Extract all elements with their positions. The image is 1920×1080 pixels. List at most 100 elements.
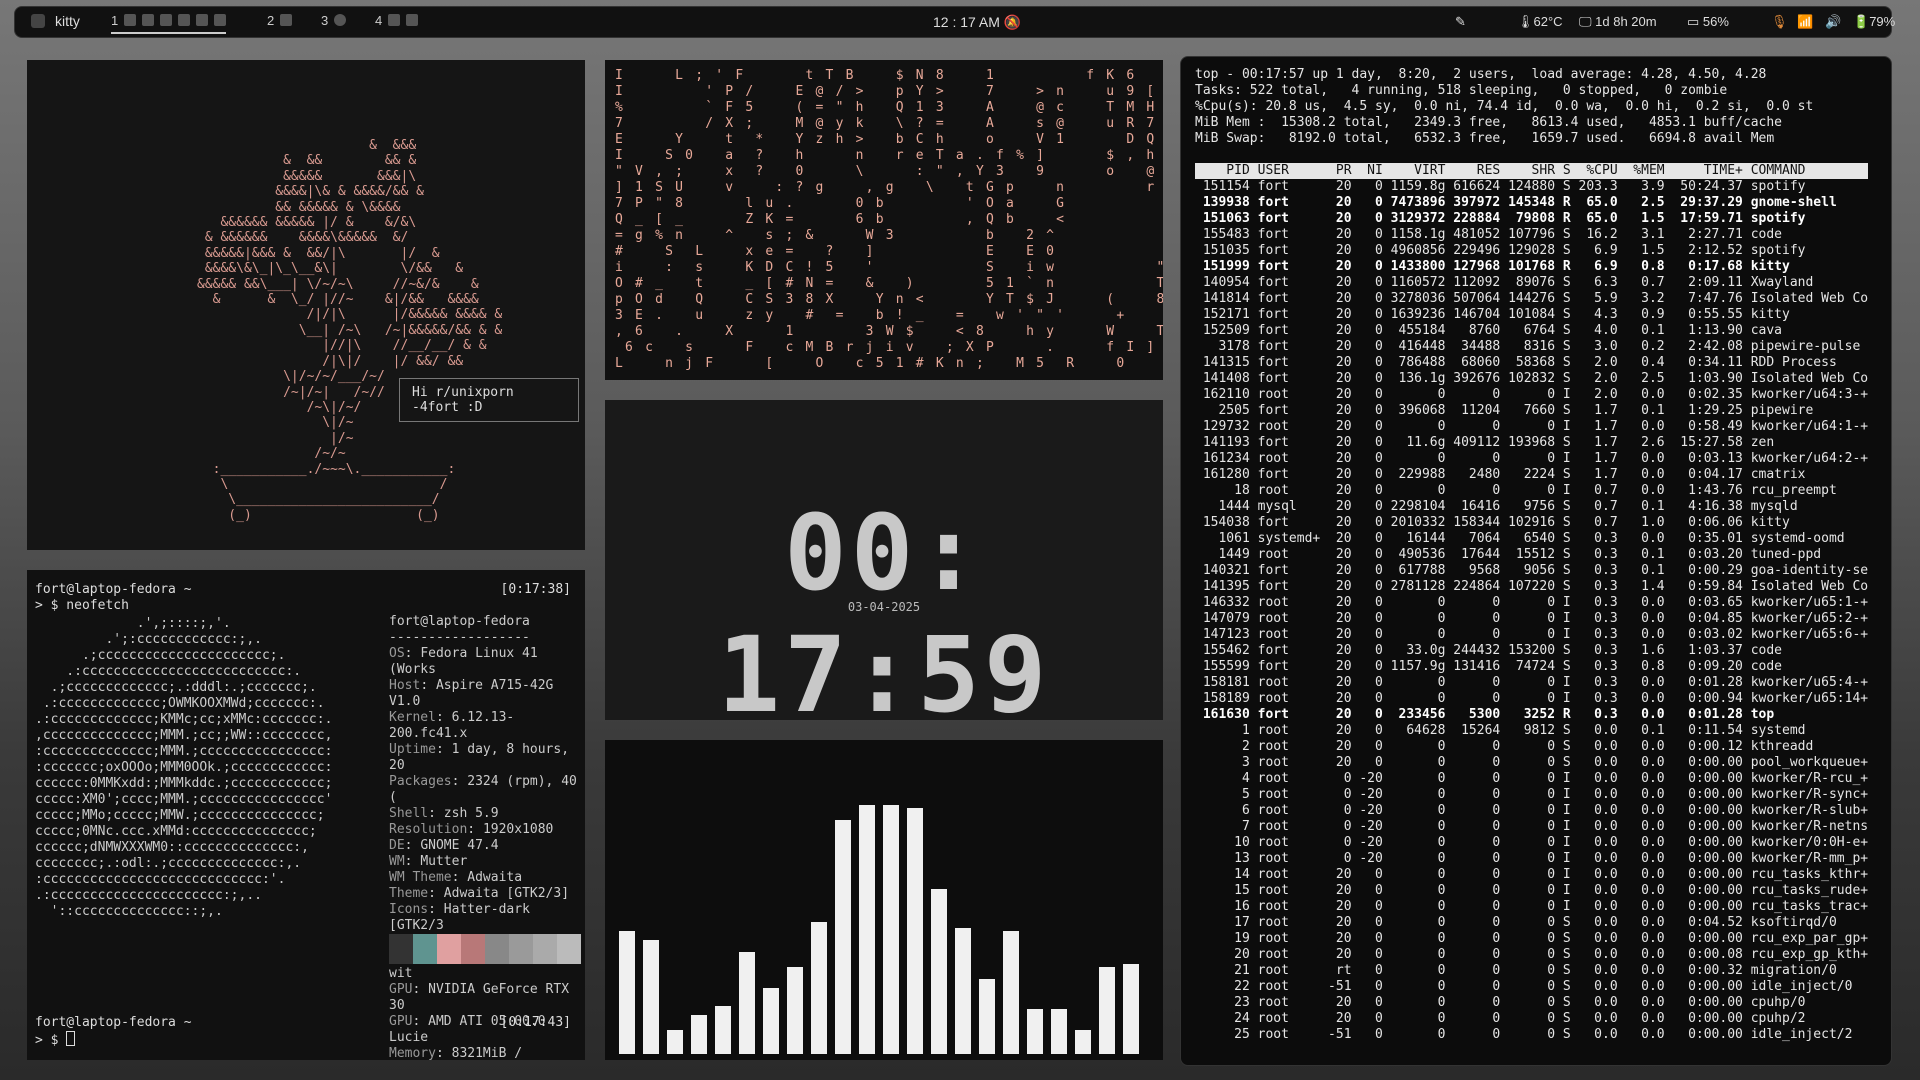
process-row[interactable]: 15 root 20 0 0 0 0 I 0.0 0.0 0:00.00 rcu… <box>1195 883 1868 899</box>
process-row[interactable]: 1061 systemd+ 20 0 16144 7064 6540 S 0.3… <box>1195 531 1868 547</box>
process-row[interactable]: 19 root 20 0 0 0 0 S 0.0 0.0 0:00.00 rcu… <box>1195 931 1868 947</box>
process-row[interactable]: 1449 root 20 0 490536 17644 15512 S 0.3 … <box>1195 547 1868 563</box>
process-row[interactable]: 140321 fort 20 0 617788 9568 9056 S 0.3 … <box>1195 563 1868 579</box>
process-row[interactable]: 147123 root 20 0 0 0 0 I 0.3 0.0 0:03.02… <box>1195 627 1868 643</box>
workspace-1[interactable]: 1 <box>111 13 227 34</box>
clock[interactable]: 12 : 17 AM 🔕 <box>933 14 1021 31</box>
visualizer-bar <box>619 931 635 1054</box>
process-row[interactable]: 141193 fort 20 0 11.6g 409112 193968 S 1… <box>1195 435 1868 451</box>
process-row[interactable]: 146332 root 20 0 0 0 0 I 0.3 0.0 0:03.65… <box>1195 595 1868 611</box>
top-terminal[interactable]: top - 00:17:57 up 1 day, 8:20, 2 users, … <box>1180 56 1892 1066</box>
process-row[interactable]: 13 root 0 -20 0 0 0 I 0.0 0.0 0:00.00 kw… <box>1195 851 1868 867</box>
process-row[interactable]: 155599 fort 20 0 1157.9g 131416 74724 S … <box>1195 659 1868 675</box>
process-row[interactable]: 18 root 20 0 0 0 0 I 0.7 0.0 1:43.76 rcu… <box>1195 483 1868 499</box>
battery[interactable]: 🔋79% <box>1853 14 1895 30</box>
visualizer-bar <box>667 1030 683 1054</box>
microphone-icon[interactable]: 🎙 <box>1771 14 1788 30</box>
color-swatch <box>485 934 509 964</box>
process-row[interactable]: 158181 root 20 0 0 0 0 I 0.3 0.0 0:01.28… <box>1195 675 1868 691</box>
prompt-time: [0:17:38] <box>500 582 571 597</box>
process-row[interactable]: 141315 fort 20 0 786488 68060 58368 S 2.… <box>1195 355 1868 371</box>
color-swatch <box>557 934 581 964</box>
sysinfo-value: Adwaita [GTK2/3] <box>443 886 570 901</box>
process-row[interactable]: 161630 fort 20 0 233456 5300 3252 R 0.3 … <box>1195 707 1868 723</box>
process-row[interactable]: 151063 fort 20 0 3129372 228884 79808 R … <box>1195 211 1868 227</box>
process-row[interactable]: 151035 fort 20 0 4960856 229496 129028 S… <box>1195 243 1868 259</box>
sysinfo-value: 1920x1080 <box>482 822 554 837</box>
sysinfo-separator: : <box>467 822 483 837</box>
top-summary-line: MiB Swap: 8192.0 total, 6532.3 free, 165… <box>1195 131 1775 146</box>
sysinfo-row: WM Theme: Adwaita <box>389 870 585 886</box>
workspace-4[interactable]: 4 <box>375 13 419 28</box>
process-row[interactable]: 4 root 0 -20 0 0 0 I 0.0 0.0 0:00.00 kwo… <box>1195 771 1868 787</box>
sysinfo-row: OS: Fedora Linux 41 (Works <box>389 646 585 678</box>
process-row[interactable]: 2505 fort 20 0 396068 11204 7660 S 1.7 0… <box>1195 403 1868 419</box>
process-row[interactable]: 161234 root 20 0 0 0 0 I 1.7 0.0 0:03.13… <box>1195 451 1868 467</box>
process-row[interactable]: 6 root 0 -20 0 0 0 I 0.0 0.0 0:00.00 kwo… <box>1195 803 1868 819</box>
process-row[interactable]: 162110 root 20 0 0 0 0 I 2.0 0.0 0:02.35… <box>1195 387 1868 403</box>
process-row[interactable]: 141408 fort 20 0 136.1g 392676 102832 S … <box>1195 371 1868 387</box>
top-summary-line: MiB Mem : 15308.2 total, 2349.3 free, 86… <box>1195 115 1782 130</box>
volume-icon[interactable]: 🔊 <box>1825 14 1841 30</box>
process-row[interactable]: 10 root 0 -20 0 0 0 I 0.0 0.0 0:00.00 kw… <box>1195 835 1868 851</box>
process-row[interactable]: 25 root -51 0 0 0 0 S 0.0 0.0 0:00.00 id… <box>1195 1027 1868 1043</box>
cava-terminal[interactable] <box>605 740 1163 1060</box>
clock-terminal[interactable]: 00: 17:59 03-04-2025 <box>605 400 1163 720</box>
process-row[interactable]: 139938 fort 20 0 7473896 397972 145348 R… <box>1195 195 1868 211</box>
process-row[interactable]: 151154 fort 20 0 1159.8g 616624 124880 S… <box>1195 179 1868 195</box>
visualizer-bar <box>883 805 899 1054</box>
window-icon <box>214 14 227 26</box>
process-row[interactable]: 17 root 20 0 0 0 0 S 0.0 0.0 0:04.52 kso… <box>1195 915 1868 931</box>
window-icon <box>388 14 401 26</box>
process-row[interactable]: 1444 mysql 20 0 2298104 16416 9756 S 0.7… <box>1195 499 1868 515</box>
process-row[interactable]: 154038 fort 20 0 2010332 158344 102916 S… <box>1195 515 1868 531</box>
sysinfo-user: fort@laptop-fedora <box>389 614 530 629</box>
color-swatch <box>389 934 413 964</box>
process-row[interactable]: 152171 fort 20 0 1639236 146704 101084 S… <box>1195 307 1868 323</box>
process-row[interactable]: 141395 fort 20 0 2781128 224864 107220 S… <box>1195 579 1868 595</box>
process-row[interactable]: 1 root 20 0 64628 15264 9812 S 0.0 0.1 0… <box>1195 723 1868 739</box>
process-row[interactable]: 158189 root 20 0 0 0 0 I 0.3 0.0 0:00.94… <box>1195 691 1868 707</box>
bonsai-terminal[interactable]: & &&& & && && & &&&&& &&&|\ &&&&|\& & &&… <box>27 60 585 550</box>
visualizer-bar <box>1051 1009 1067 1054</box>
process-row[interactable]: 24 root 20 0 0 0 0 S 0.0 0.0 0:00.00 cpu… <box>1195 1011 1868 1027</box>
process-row[interactable]: 16 root 20 0 0 0 0 I 0.0 0.0 0:00.00 rcu… <box>1195 899 1868 915</box>
process-row[interactable]: 140954 fort 20 0 1160572 112092 89076 S … <box>1195 275 1868 291</box>
sysinfo-separator: : <box>435 1046 452 1060</box>
sysinfo-key: Resolution <box>389 822 468 837</box>
bonsai-message-line1: Hi r/unixporn <box>412 385 514 400</box>
cmatrix-terminal[interactable]: I L ; ' F t T B $ N 8 1 f K 6 9 f W ) I … <box>605 60 1163 380</box>
visualizer-bar <box>691 1015 707 1054</box>
process-row[interactable]: 3 root 20 0 0 0 0 S 0.0 0.0 0:00.00 pool… <box>1195 755 1868 771</box>
process-row[interactable]: 155462 fort 20 0 33.0g 244432 153200 S 0… <box>1195 643 1868 659</box>
pen-icon[interactable]: ✎ <box>1455 14 1466 30</box>
workspace-3[interactable]: 3 <box>321 13 347 28</box>
process-row[interactable]: 22 root -51 0 0 0 0 S 0.0 0.0 0:00.00 id… <box>1195 979 1868 995</box>
process-row[interactable]: 129732 root 20 0 0 0 0 I 1.7 0.0 0:58.49… <box>1195 419 1868 435</box>
process-row[interactable]: 155483 fort 20 0 1158.1g 481052 107796 S… <box>1195 227 1868 243</box>
visualizer-bar <box>1075 1030 1091 1054</box>
audio-visualizer <box>619 754 1151 1054</box>
sysinfo-row: DE: GNOME 47.4 <box>389 838 585 854</box>
process-row[interactable]: 21 root rt 0 0 0 0 S 0.0 0.0 0:00.32 mig… <box>1195 963 1868 979</box>
wifi-icon[interactable]: 📶 <box>1797 14 1813 30</box>
process-row[interactable]: 5 root 0 -20 0 0 0 I 0.0 0.0 0:00.00 kwo… <box>1195 787 1868 803</box>
sysinfo-separator: : <box>404 646 421 661</box>
process-row[interactable]: 3178 fort 20 0 416448 34488 8316 S 3.0 0… <box>1195 339 1868 355</box>
process-row[interactable]: 2 root 20 0 0 0 0 S 0.0 0.0 0:00.12 kthr… <box>1195 739 1868 755</box>
neofetch-terminal[interactable]: fort@laptop-fedora ~ [0:17:38] > $ neofe… <box>27 570 585 1060</box>
process-row[interactable]: 23 root 20 0 0 0 0 S 0.0 0.0 0:00.00 cpu… <box>1195 995 1868 1011</box>
active-app[interactable]: kitty <box>31 13 80 29</box>
process-row[interactable]: 161280 fort 20 0 229988 2480 2224 S 1.7 … <box>1195 467 1868 483</box>
window-icon <box>406 14 419 26</box>
process-row[interactable]: 20 root 20 0 0 0 0 S 0.0 0.0 0:00.08 rcu… <box>1195 947 1868 963</box>
workspace-2[interactable]: 2 <box>267 13 293 28</box>
process-row[interactable]: 14 root 20 0 0 0 0 I 0.0 0.0 0:00.00 rcu… <box>1195 867 1868 883</box>
process-row[interactable]: 141814 fort 20 0 3278036 507064 144276 S… <box>1195 291 1868 307</box>
command-prompt[interactable]: > $ <box>35 1031 76 1049</box>
process-row[interactable]: 7 root 0 -20 0 0 0 I 0.0 0.0 0:00.00 kwo… <box>1195 819 1868 835</box>
process-row[interactable]: 151999 fort 20 0 1433800 127968 101768 R… <box>1195 259 1868 275</box>
process-row[interactable]: 152509 fort 20 0 455184 8760 6764 S 4.0 … <box>1195 323 1868 339</box>
window-icon <box>196 14 209 26</box>
process-row[interactable]: 147079 root 20 0 0 0 0 I 0.3 0.0 0:04.85… <box>1195 611 1868 627</box>
